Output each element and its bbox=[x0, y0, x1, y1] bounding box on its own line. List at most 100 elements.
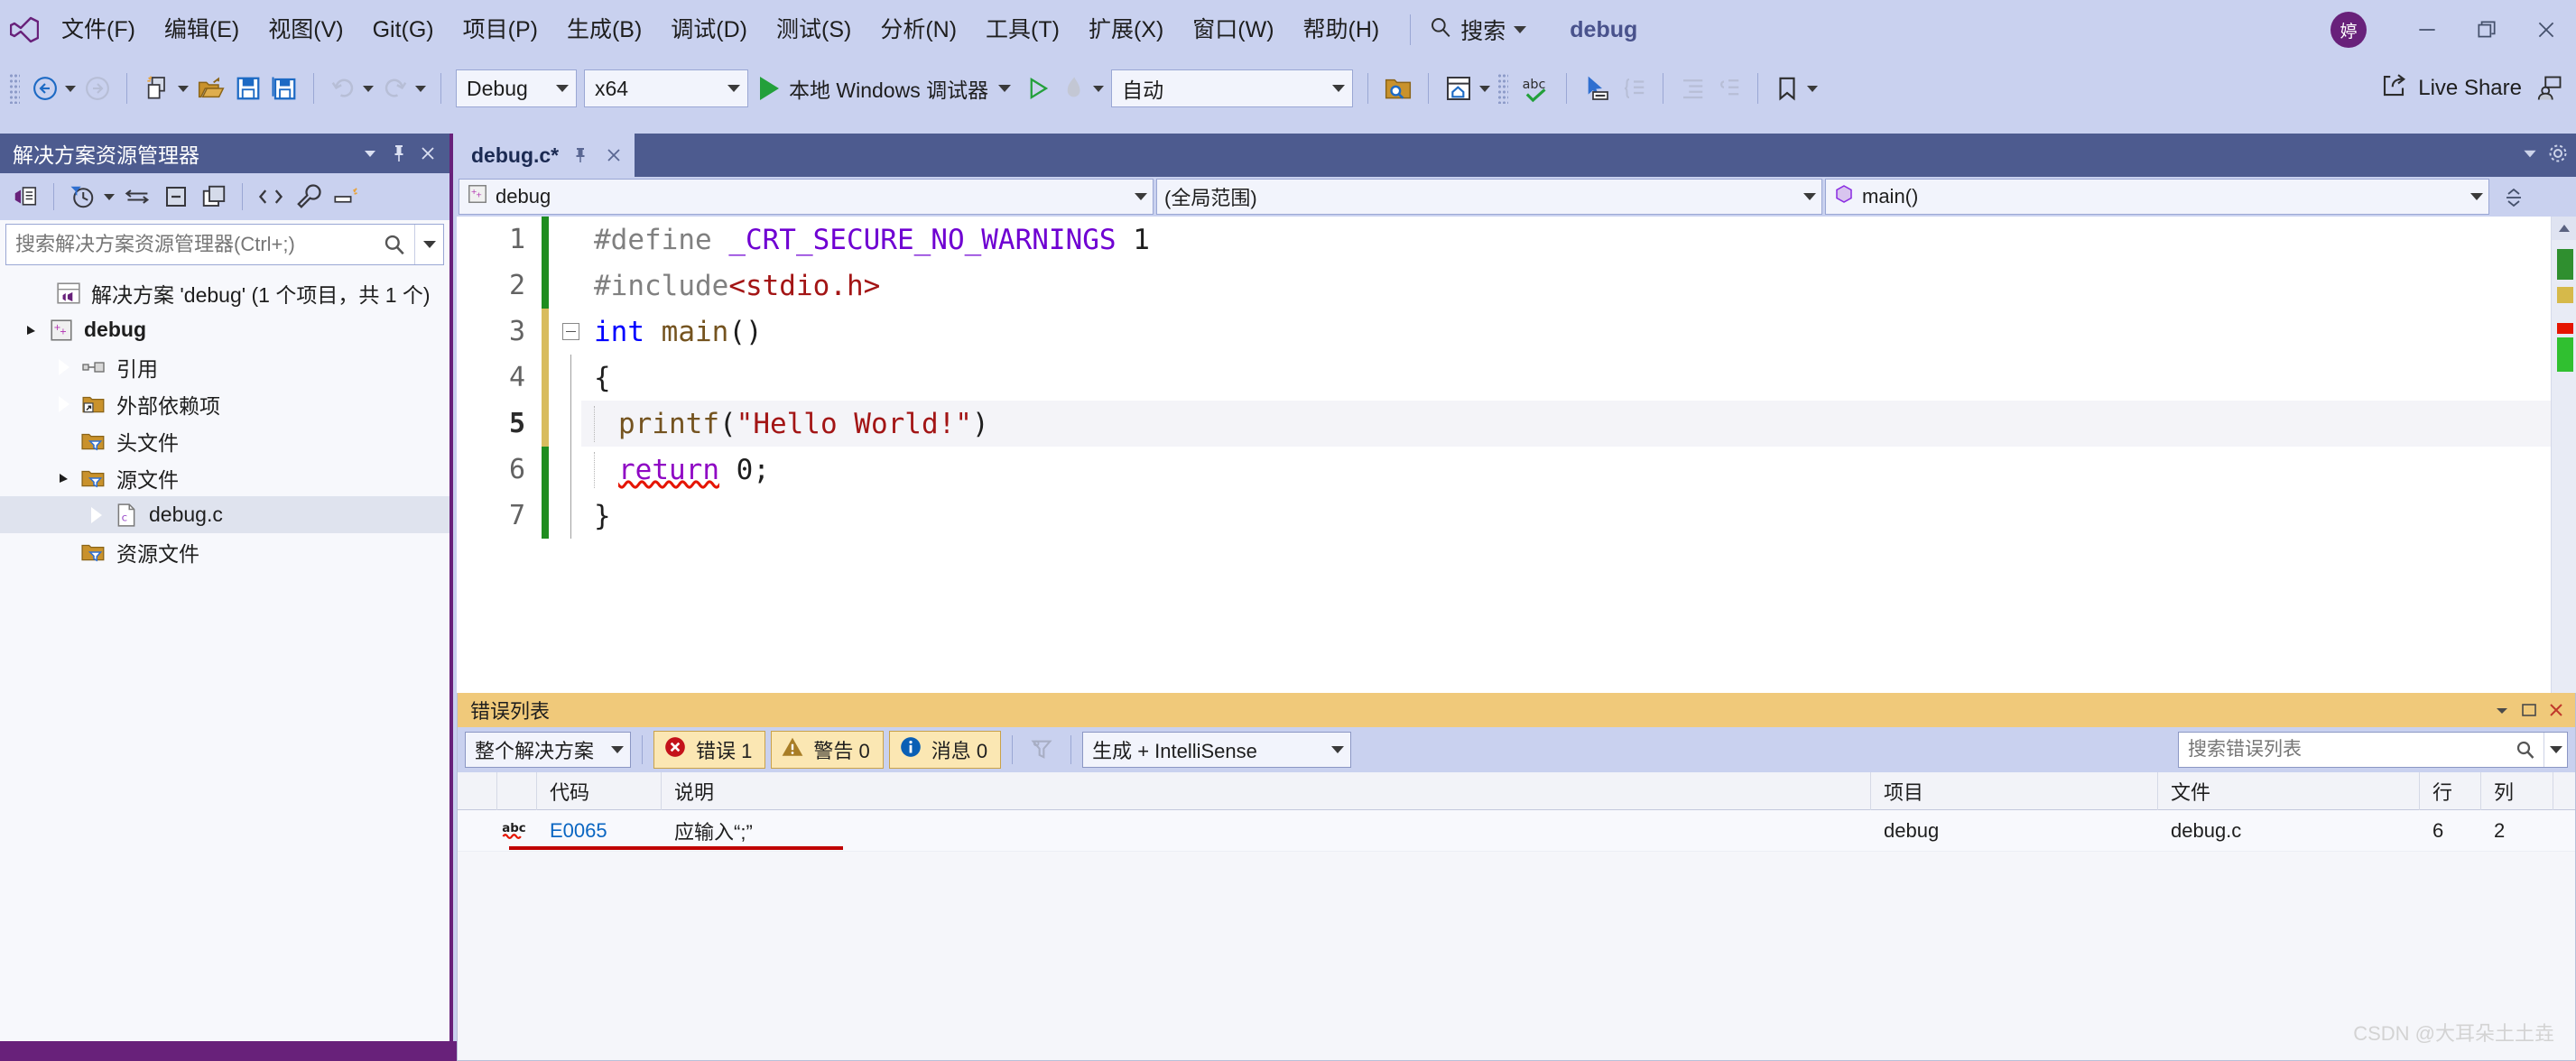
col-project[interactable]: 项目 bbox=[1871, 771, 2158, 810]
chevron-down-icon[interactable] bbox=[998, 85, 1012, 92]
col-line[interactable]: 行 bbox=[2420, 771, 2481, 810]
search-icon[interactable] bbox=[375, 225, 414, 264]
toolbar-grip[interactable] bbox=[9, 73, 20, 104]
menu-project[interactable]: 项目(P) bbox=[449, 0, 552, 60]
settings-gear-icon[interactable] bbox=[2547, 143, 2569, 169]
pin-icon[interactable] bbox=[569, 142, 592, 169]
errors-toggle-button[interactable]: 错误 1 bbox=[653, 731, 766, 769]
expander-open-icon[interactable] bbox=[18, 323, 45, 337]
col-file[interactable]: 文件 bbox=[2158, 771, 2420, 810]
scroll-up-icon[interactable] bbox=[2552, 217, 2576, 240]
filter-funnel-icon[interactable] bbox=[1024, 729, 1060, 770]
code-text[interactable]: { bbox=[581, 355, 2576, 401]
tree-node-solution[interactable]: 解决方案 'debug' (1 个项目，共 1 个) bbox=[0, 274, 449, 311]
solution-explorer-home-button[interactable] bbox=[1440, 68, 1478, 109]
chevron-down-icon[interactable] bbox=[1514, 26, 1527, 33]
panel-menu-icon[interactable] bbox=[2488, 696, 2516, 724]
view-code-icon[interactable] bbox=[253, 178, 289, 216]
warnings-toggle-button[interactable]: 警告 0 bbox=[771, 731, 884, 769]
solution-platform-combo[interactable]: x64 bbox=[584, 69, 748, 107]
menu-extensions[interactable]: 扩展(X) bbox=[1074, 0, 1178, 60]
col-description[interactable]: 说明 bbox=[662, 771, 1871, 810]
menu-edit[interactable]: 编辑(E) bbox=[150, 0, 254, 60]
error-list-search[interactable] bbox=[2178, 732, 2568, 768]
nav-scope-combo[interactable]: (全局范围) bbox=[1156, 179, 1822, 215]
code-line-7[interactable]: 7 } bbox=[457, 493, 2576, 539]
tree-node-references[interactable]: 引用 bbox=[0, 348, 449, 385]
menu-git[interactable]: Git(G) bbox=[358, 0, 449, 60]
code-text[interactable]: } bbox=[581, 493, 2576, 539]
close-icon[interactable] bbox=[2543, 696, 2570, 724]
search-folder-button[interactable] bbox=[1379, 68, 1417, 109]
search-input[interactable] bbox=[6, 232, 375, 257]
preview-selected-items-icon[interactable] bbox=[329, 178, 365, 216]
live-share-button[interactable]: Live Share bbox=[2371, 68, 2531, 109]
redo-dropdown-icon[interactable] bbox=[415, 85, 426, 92]
comment-button[interactable] bbox=[1616, 68, 1652, 109]
start-without-debugging-button[interactable] bbox=[1019, 68, 1055, 109]
decrease-indent-button[interactable] bbox=[1710, 68, 1747, 109]
col-code[interactable]: 代码 bbox=[537, 771, 662, 810]
code-line-5[interactable]: 5 printf("Hello World!") bbox=[457, 401, 2576, 447]
open-file-button[interactable] bbox=[192, 68, 230, 109]
tree-node-external-dependencies[interactable]: 外部依赖项 bbox=[0, 385, 449, 422]
toolbar-grip-2[interactable] bbox=[1497, 73, 1509, 104]
row-code[interactable]: E0065 bbox=[537, 810, 662, 852]
navigate-forward-button[interactable] bbox=[79, 68, 116, 109]
panel-menu-icon[interactable] bbox=[356, 138, 385, 169]
pin-icon[interactable] bbox=[385, 138, 413, 169]
close-icon[interactable] bbox=[602, 142, 625, 169]
code-text[interactable]: #include <stdio.h> bbox=[581, 263, 2576, 309]
solution-explorer-search[interactable] bbox=[5, 224, 444, 265]
code-text[interactable]: return 0; bbox=[581, 447, 2576, 493]
collapse-all-icon[interactable] bbox=[158, 178, 194, 216]
navigate-backward-dropdown-icon[interactable] bbox=[65, 85, 76, 92]
solution-configuration-combo[interactable]: Debug bbox=[456, 69, 577, 107]
menu-build[interactable]: 生成(B) bbox=[552, 0, 656, 60]
tree-node-project-debug[interactable]: + + debug bbox=[0, 311, 449, 348]
scope-filter-combo[interactable]: 整个解决方案 bbox=[465, 732, 631, 768]
filter-dropdown-icon[interactable] bbox=[104, 193, 115, 200]
messages-toggle-button[interactable]: 消息 0 bbox=[888, 731, 1002, 769]
auto-select-combo[interactable]: 自动 bbox=[1111, 69, 1354, 107]
close-icon[interactable] bbox=[413, 138, 442, 169]
tree-node-resource-files[interactable]: 资源文件 bbox=[0, 533, 449, 570]
search-input[interactable] bbox=[2179, 738, 2507, 761]
expander-closed-icon[interactable] bbox=[51, 395, 78, 412]
nav-member-combo[interactable]: main() bbox=[1825, 179, 2489, 215]
tree-node-header-files[interactable]: 头文件 bbox=[0, 422, 449, 459]
menu-debug[interactable]: 调试(D) bbox=[656, 0, 762, 60]
expander-closed-icon[interactable] bbox=[51, 358, 78, 375]
code-line-1[interactable]: 1 #define _CRT_SECURE_NO_WARNINGS 1 bbox=[457, 217, 2576, 263]
undo-button[interactable] bbox=[325, 68, 361, 109]
redo-button[interactable] bbox=[377, 68, 413, 109]
new-project-dropdown-icon[interactable] bbox=[178, 85, 189, 92]
menu-help[interactable]: 帮助(H) bbox=[1289, 0, 1395, 60]
navigate-backward-button[interactable] bbox=[27, 68, 63, 109]
pending-changes-filter-icon[interactable] bbox=[64, 178, 100, 216]
search-icon[interactable] bbox=[2507, 733, 2544, 767]
increase-indent-button[interactable] bbox=[1674, 68, 1710, 109]
nav-project-combo[interactable]: + + debug bbox=[459, 179, 1154, 215]
toggle-bookmark-button[interactable] bbox=[1769, 68, 1805, 109]
hot-reload-dropdown-icon[interactable] bbox=[1093, 85, 1105, 92]
bookmark-dropdown-icon[interactable] bbox=[1807, 85, 1819, 92]
show-all-files-icon[interactable] bbox=[196, 178, 232, 216]
search-options-dropdown-icon[interactable] bbox=[2544, 733, 2567, 767]
tab-debug-c[interactable]: debug.c* bbox=[457, 134, 635, 177]
col-severity[interactable] bbox=[497, 771, 537, 810]
tree-node-source-files[interactable]: 源文件 bbox=[0, 459, 449, 496]
col-blank[interactable] bbox=[458, 771, 497, 810]
solution-explorer-dropdown-icon[interactable] bbox=[1479, 85, 1491, 92]
code-text[interactable]: int main() bbox=[581, 309, 2576, 355]
search-options-dropdown-icon[interactable] bbox=[414, 225, 443, 264]
global-search[interactable]: 搜索 bbox=[1429, 14, 1527, 46]
close-button[interactable] bbox=[2516, 0, 2576, 60]
menu-tools[interactable]: 工具(T) bbox=[971, 0, 1074, 60]
col-column[interactable]: 列 bbox=[2481, 771, 2553, 810]
code-line-6[interactable]: 6 return 0; bbox=[457, 447, 2576, 493]
code-line-2[interactable]: 2 #include <stdio.h> bbox=[457, 263, 2576, 309]
minimize-button[interactable] bbox=[2397, 0, 2457, 60]
maximize-icon[interactable] bbox=[2516, 696, 2543, 724]
sync-with-active-document-icon[interactable] bbox=[120, 178, 156, 216]
